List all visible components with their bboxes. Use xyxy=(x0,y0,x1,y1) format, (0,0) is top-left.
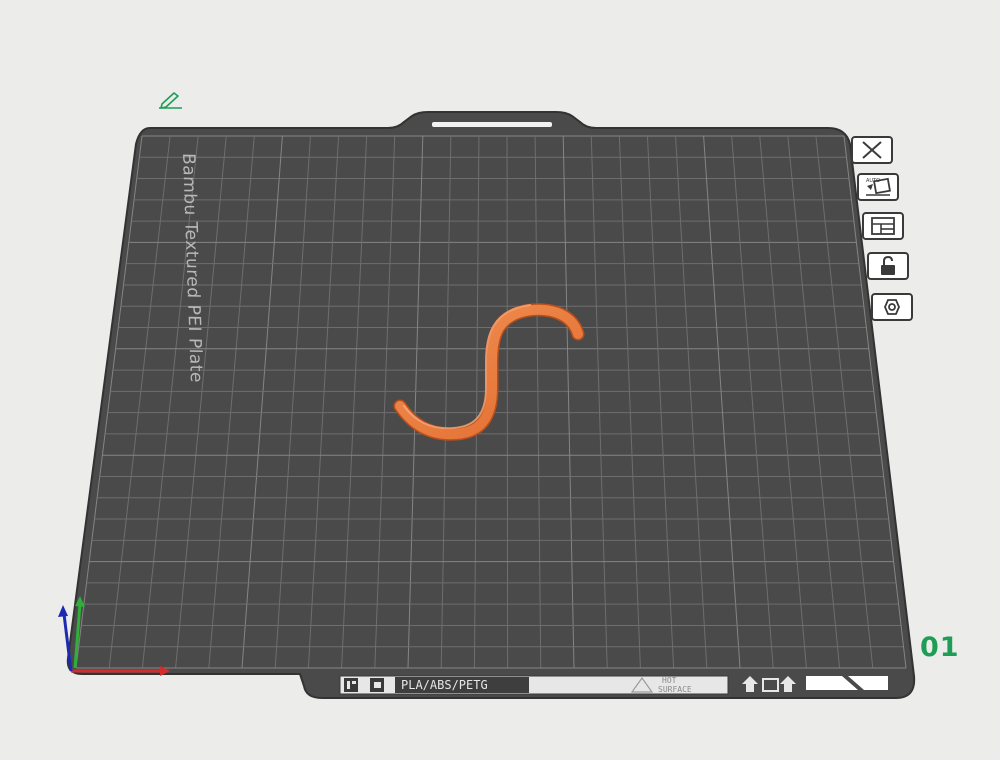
lock-button[interactable] xyxy=(867,252,909,280)
plate-handle-slot xyxy=(432,122,552,127)
delete-plate-button[interactable] xyxy=(851,136,893,164)
hot-surface-line2: SURFACE xyxy=(658,685,692,694)
auto-arrange-icon: AUTO xyxy=(866,177,891,196)
hot-surface-line1: HOT xyxy=(662,676,677,685)
orient-button[interactable] xyxy=(862,212,904,240)
plate-number[interactable]: 01 xyxy=(920,632,960,663)
auto-arrange-button[interactable]: AUTO xyxy=(857,173,899,201)
plate-settings-button[interactable] xyxy=(871,293,913,321)
materials-label: PLA/ABS/PETG xyxy=(395,677,529,693)
layout-icon xyxy=(871,217,895,235)
unlock-icon xyxy=(881,255,895,275)
edit-plate-name-icon[interactable] xyxy=(156,90,184,114)
grid-line xyxy=(506,135,509,669)
close-icon xyxy=(862,141,882,159)
hexagon-settings-icon xyxy=(884,299,900,315)
build-plate-viewport[interactable] xyxy=(0,0,1000,760)
layout-logo-icon xyxy=(344,678,358,692)
auto-arrange-icon-text: AUTO xyxy=(866,178,880,184)
